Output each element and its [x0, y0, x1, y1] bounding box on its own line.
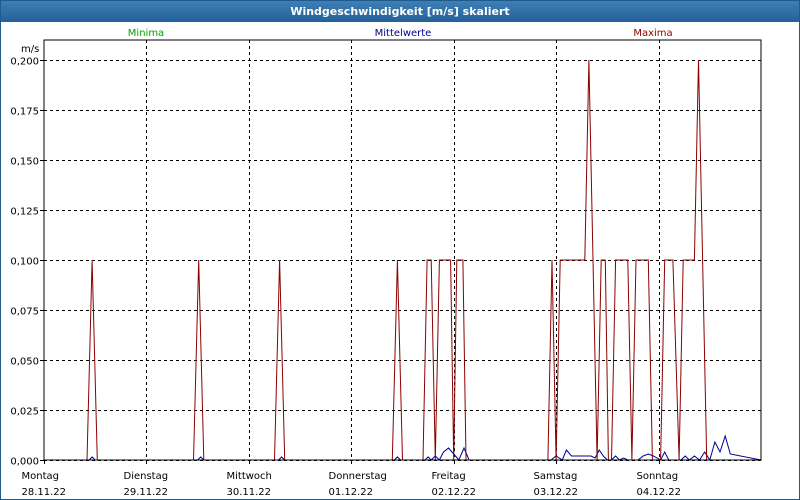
label-layer: 0,000 0,025 0,050 0,075 0,100 0,125 0,150 0,175… [10, 28, 681, 498]
x-tick-day: Sonntag [637, 471, 679, 482]
x-tick-day: Freitag [432, 471, 466, 482]
x-tick-day: Donnerstag [329, 471, 387, 482]
chart-canvas: 0,000 0,025 0,050 0,075 0,100 0,125 0,150 0,175… [10, 28, 762, 498]
x-tick-day: Samstag [534, 471, 578, 482]
y-tick-label: 0,075 [10, 307, 39, 318]
plot-border [43, 39, 762, 461]
legend-maxima: Maxima [633, 28, 672, 39]
y-tick-label: 0,200 [10, 57, 39, 68]
series-line-maxima [44, 59, 761, 460]
chart-window: Windgeschwindigkeit [m/s] skaliert 0,000… [0, 0, 800, 500]
x-tick-date: 30.11.22 [227, 487, 272, 498]
x-tick-date: 29.11.22 [124, 487, 169, 498]
x-tick-date: 04.12.22 [637, 487, 682, 498]
x-tick-day: Mittwoch [227, 471, 272, 482]
y-tick-label: 0,000 [10, 457, 39, 468]
x-tick-date: 03.12.22 [534, 487, 579, 498]
x-tick-date: 02.12.22 [432, 487, 477, 498]
y-tick-label: 0,100 [10, 257, 39, 268]
y-tick-label: 0,175 [10, 107, 39, 118]
x-tick-date: 01.12.22 [329, 487, 374, 498]
y-tick-label: 0,025 [10, 407, 39, 418]
x-tick-date: 28.11.22 [22, 487, 67, 498]
legend-minima: Minima [128, 28, 164, 39]
y-tick-label: 0,150 [10, 157, 39, 168]
x-tick-day: Montag [22, 471, 59, 482]
y-tick-label: 0,125 [10, 207, 39, 218]
y-tick-label: 0,050 [10, 357, 39, 368]
x-tick-day: Dienstag [124, 471, 169, 482]
legend-mittelwerte: Mittelwerte [375, 28, 432, 39]
y-axis-label: m/s [21, 44, 39, 55]
series-layer [44, 59, 761, 460]
